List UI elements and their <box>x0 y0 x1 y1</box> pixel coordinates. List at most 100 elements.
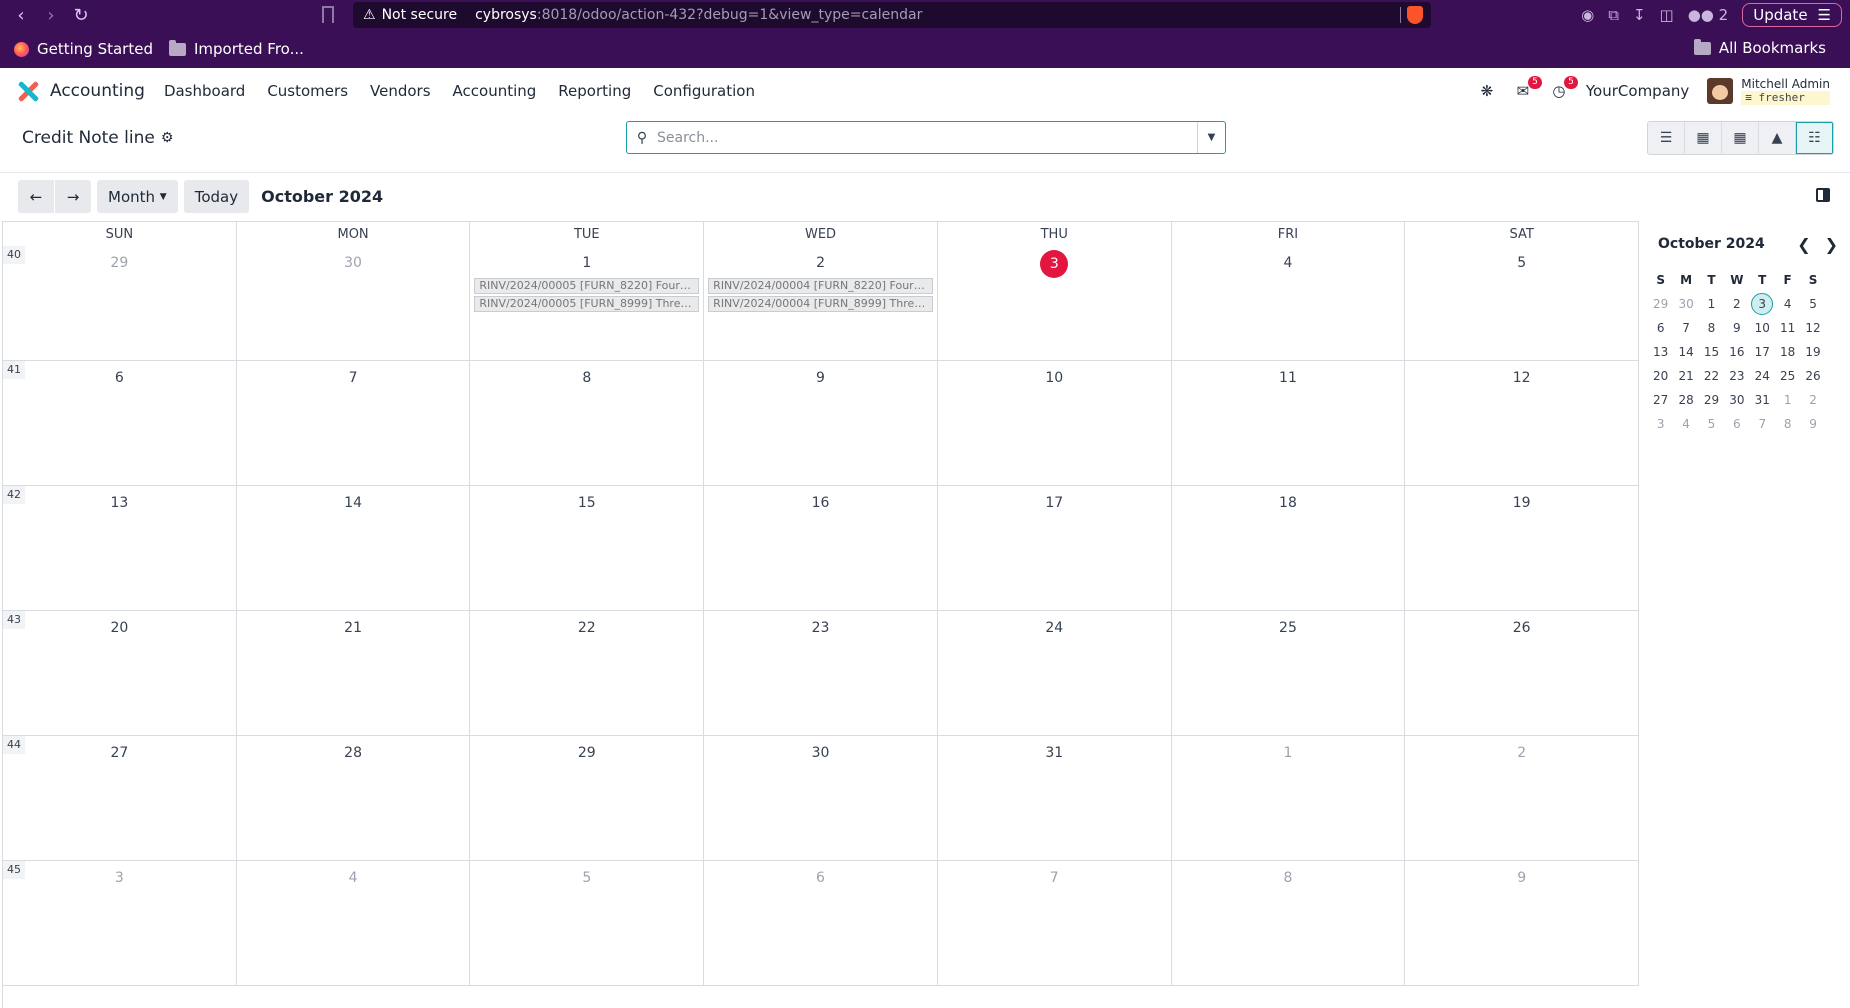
day-cell[interactable]: 42 13 <box>3 486 237 610</box>
menu-configuration[interactable]: Configuration <box>642 82 766 100</box>
company-switcher[interactable]: YourCompany <box>1586 82 1689 100</box>
forward-icon[interactable]: › <box>36 0 66 30</box>
mini-day[interactable]: 31 <box>1750 393 1775 407</box>
mini-day[interactable]: 9 <box>1724 321 1749 335</box>
mini-day[interactable]: 19 <box>1800 345 1825 359</box>
back-icon[interactable]: ‹ <box>6 0 36 30</box>
kanban-view-button[interactable]: ▦ <box>1685 122 1722 154</box>
mini-day[interactable]: 18 <box>1775 345 1800 359</box>
debug-icon[interactable]: ❋ <box>1478 82 1496 100</box>
day-cell[interactable]: 8 <box>470 361 705 485</box>
mini-day[interactable]: 24 <box>1750 369 1775 383</box>
day-cell[interactable]: 12 <box>1405 361 1640 485</box>
day-cell[interactable]: 2 RINV/2024/00004 [FURN_8220] Four Person… <box>704 246 938 360</box>
brave-shields-icon[interactable] <box>1407 6 1423 24</box>
day-cell[interactable]: 21 <box>237 611 471 735</box>
update-button[interactable]: Update ☰ <box>1742 3 1842 27</box>
mini-day[interactable]: 25 <box>1775 369 1800 383</box>
mini-day[interactable]: 28 <box>1673 393 1698 407</box>
day-cell[interactable]: 7 <box>938 861 1172 985</box>
mini-day[interactable]: 2 <box>1724 297 1749 311</box>
all-bookmarks[interactable]: All Bookmarks <box>1693 38 1826 57</box>
day-cell[interactable]: 18 <box>1172 486 1406 610</box>
menu-reporting[interactable]: Reporting <box>547 82 642 100</box>
day-cell[interactable]: 19 <box>1405 486 1640 610</box>
day-cell[interactable]: 3 <box>938 246 1172 360</box>
day-cell[interactable]: 15 <box>470 486 705 610</box>
menu-accounting[interactable]: Accounting <box>442 82 548 100</box>
user-menu[interactable]: Mitchell Admin ≡ fresher <box>1741 77 1830 105</box>
calendar-event[interactable]: RINV/2024/00004 [FURN_8220] Four Person … <box>708 278 933 294</box>
day-cell[interactable]: 23 <box>704 611 938 735</box>
day-cell[interactable]: 4 <box>237 861 471 985</box>
day-cell[interactable]: 41 6 <box>3 361 237 485</box>
mini-day[interactable]: 29 <box>1648 297 1673 311</box>
day-cell[interactable]: 17 <box>938 486 1172 610</box>
mini-day[interactable]: 12 <box>1800 321 1825 335</box>
day-cell[interactable]: 8 <box>1172 861 1406 985</box>
mini-day[interactable]: 2 <box>1800 393 1825 407</box>
mini-day[interactable]: 1 <box>1775 393 1800 407</box>
day-cell[interactable]: 9 <box>704 361 938 485</box>
day-cell[interactable]: 14 <box>237 486 471 610</box>
day-cell[interactable]: 7 <box>237 361 471 485</box>
previous-period-button[interactable]: ← <box>18 180 54 213</box>
list-view-button[interactable]: ☰ <box>1648 122 1685 154</box>
mini-day[interactable]: 5 <box>1699 417 1724 431</box>
mini-day[interactable]: 8 <box>1699 321 1724 335</box>
mini-day[interactable]: 16 <box>1724 345 1749 359</box>
day-cell[interactable]: 45 3 <box>3 861 237 985</box>
day-cell[interactable]: 26 <box>1405 611 1640 735</box>
day-cell[interactable]: 31 <box>938 736 1172 860</box>
day-cell[interactable]: 25 <box>1172 611 1406 735</box>
chevron-left-icon[interactable]: ❮ <box>1797 235 1810 254</box>
menu-vendors[interactable]: Vendors <box>359 82 442 100</box>
calendar-event[interactable]: RINV/2024/00005 [FURN_8220] Four Person … <box>474 278 700 294</box>
mini-day[interactable]: 17 <box>1750 345 1775 359</box>
day-cell[interactable]: 1 <box>1172 736 1406 860</box>
day-cell[interactable]: 5 <box>470 861 705 985</box>
menu-customers[interactable]: Customers <box>256 82 359 100</box>
menu-dashboard[interactable]: Dashboard <box>153 82 256 100</box>
mini-day[interactable]: 1 <box>1699 297 1724 311</box>
today-button[interactable]: Today <box>183 180 250 213</box>
day-cell[interactable]: 11 <box>1172 361 1406 485</box>
search-options-toggle[interactable]: ▼ <box>1197 122 1225 153</box>
address-bar[interactable]: ⚠ Not secure cybrosys:8018/odoo/action-4… <box>353 2 1431 28</box>
bookmark-page-icon[interactable] <box>322 6 334 23</box>
mini-day[interactable]: 23 <box>1724 369 1749 383</box>
messages-icon[interactable]: ✉ 5 <box>1514 76 1542 100</box>
mini-day[interactable]: 22 <box>1699 369 1724 383</box>
activities-icon[interactable]: ◷ 5 <box>1550 76 1578 100</box>
rewards-icon[interactable]: ◉ <box>1581 6 1594 24</box>
mini-day[interactable]: 3 <box>1648 417 1673 431</box>
calendar-view-button[interactable]: ☷ <box>1796 122 1833 154</box>
mini-day[interactable]: 29 <box>1699 393 1724 407</box>
calendar-event[interactable]: RINV/2024/00005 [FURN_8999] Three-Seat S… <box>474 296 700 312</box>
download-icon[interactable]: ↧ <box>1633 6 1646 24</box>
mini-day[interactable]: 13 <box>1648 345 1673 359</box>
mini-day[interactable]: 7 <box>1750 417 1775 431</box>
avatar[interactable] <box>1707 78 1734 104</box>
mini-day-today[interactable]: 3 <box>1750 293 1775 315</box>
day-cell[interactable]: 44 27 <box>3 736 237 860</box>
mini-day[interactable]: 7 <box>1673 321 1698 335</box>
day-cell[interactable]: 10 <box>938 361 1172 485</box>
app-logo-icon[interactable] <box>17 80 39 102</box>
search-input[interactable] <box>657 129 1197 146</box>
day-cell[interactable]: 4 <box>1172 246 1406 360</box>
bookmark-getting-started[interactable]: Getting Started <box>14 40 153 58</box>
mini-day[interactable]: 15 <box>1699 345 1724 359</box>
mini-day[interactable]: 10 <box>1750 321 1775 335</box>
sidebar-icon[interactable]: ◫ <box>1660 6 1674 24</box>
graph-view-button[interactable]: ▲ <box>1759 122 1796 154</box>
mini-day[interactable]: 14 <box>1673 345 1698 359</box>
side-panel-toggle-icon[interactable] <box>1816 188 1830 202</box>
mini-day[interactable]: 9 <box>1800 417 1825 431</box>
mini-day[interactable]: 30 <box>1724 393 1749 407</box>
mini-day[interactable]: 21 <box>1673 369 1698 383</box>
day-cell[interactable]: 22 <box>470 611 705 735</box>
day-cell[interactable]: 9 <box>1405 861 1640 985</box>
day-cell[interactable]: 30 <box>704 736 938 860</box>
day-cell[interactable]: 43 20 <box>3 611 237 735</box>
